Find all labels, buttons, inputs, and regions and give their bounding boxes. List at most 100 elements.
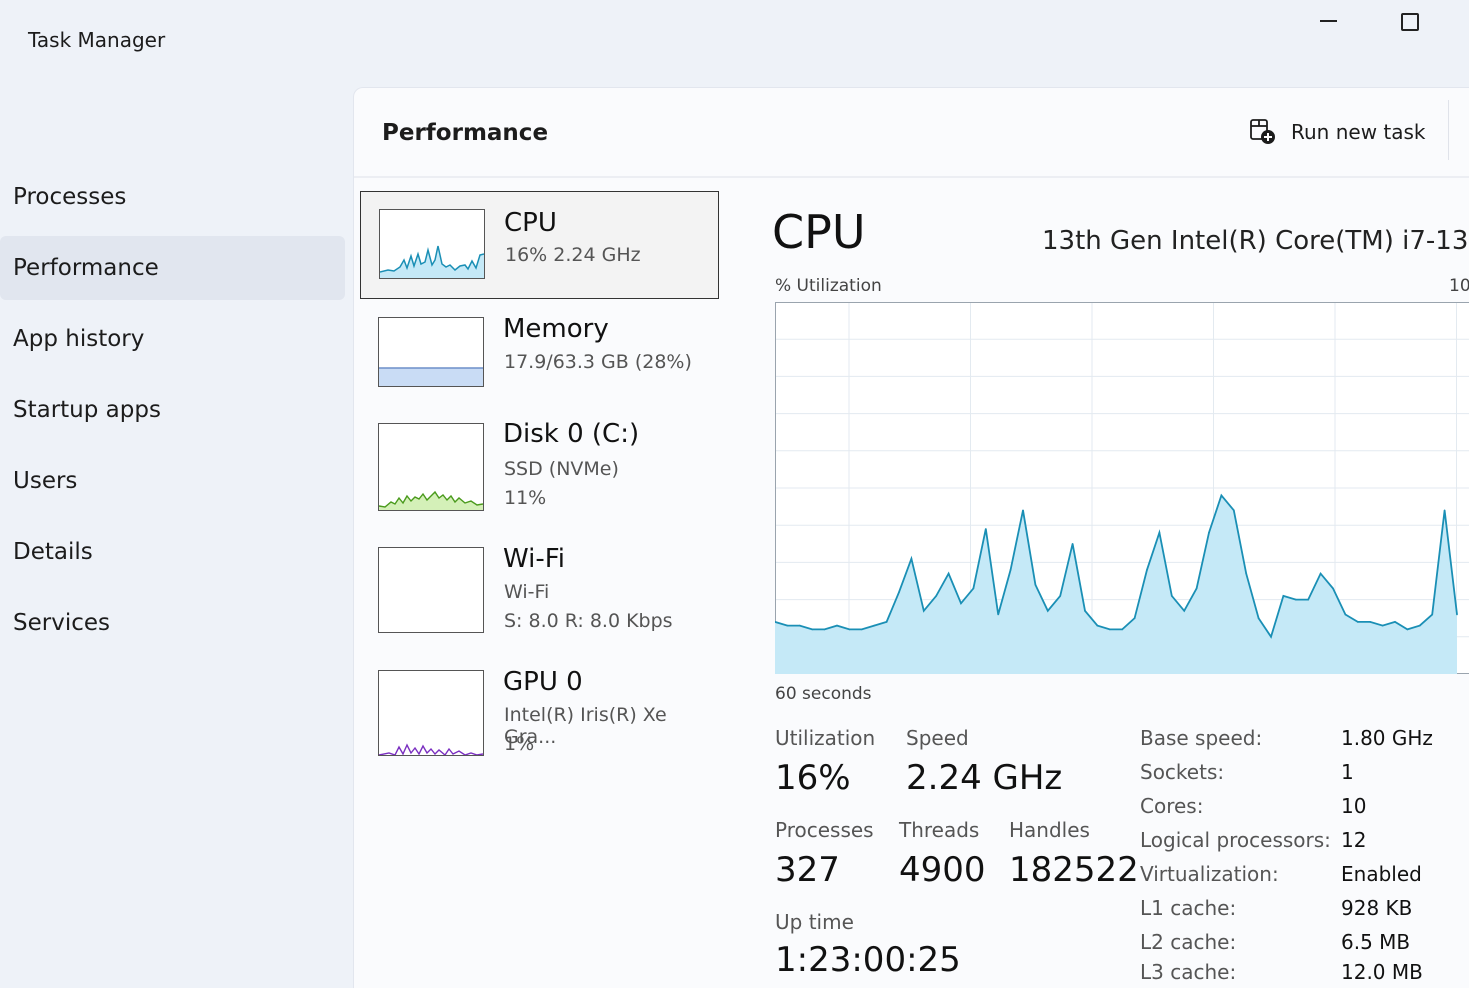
cpu-usage-point xyxy=(923,610,925,612)
resource-value: 11% xyxy=(504,487,546,509)
run-new-task-button[interactable]: Run new task xyxy=(1249,114,1426,150)
cpu-usage-point xyxy=(1283,595,1285,597)
spec-value: Enabled xyxy=(1341,862,1422,886)
cpu-usage-point xyxy=(1233,510,1235,512)
cpu-usage-point xyxy=(1035,584,1037,586)
spec-label: Virtualization: xyxy=(1140,862,1279,886)
cpu-usage-point xyxy=(1307,599,1309,601)
detail-title: CPU xyxy=(772,205,866,259)
resource-name: GPU 0 xyxy=(503,667,583,697)
cpu-usage-point xyxy=(1270,636,1272,638)
speed-label: Speed xyxy=(906,726,969,750)
cpu-usage-point xyxy=(997,614,999,616)
title-bar: Task Manager xyxy=(0,0,1469,80)
sidebar-nav: Processes Performance App history Startu… xyxy=(0,165,350,662)
cpu-usage-point xyxy=(1369,621,1371,623)
gpu-mini-graph xyxy=(378,670,484,756)
resource-item-disk[interactable]: Disk 0 (C:) SSD (NVMe) 11% xyxy=(360,417,719,529)
cpu-usage-point xyxy=(1245,573,1247,575)
utilization-axis-max: 10 xyxy=(1449,276,1469,296)
sidebar-item-label: Startup apps xyxy=(13,397,161,423)
spec-label: Cores: xyxy=(1140,794,1203,818)
cpu-usage-point xyxy=(886,621,888,623)
resource-name: Wi-Fi xyxy=(503,544,565,574)
maximize-icon[interactable] xyxy=(1390,8,1430,36)
cpu-mini-graph xyxy=(379,209,485,279)
performance-panel: Performance Run new task CPU 16% xyxy=(353,87,1469,988)
sidebar-item-processes[interactable]: Processes xyxy=(0,165,350,229)
disk-mini-graph xyxy=(378,423,484,511)
cpu-usage-point xyxy=(1295,599,1297,601)
cpu-usage-point xyxy=(1221,495,1223,497)
handles-label: Handles xyxy=(1009,818,1090,842)
cpu-usage-point xyxy=(1382,625,1384,627)
cpu-usage-point xyxy=(1171,595,1173,597)
sidebar-item-users[interactable]: Users xyxy=(0,449,350,513)
handles-value: 182522 xyxy=(1009,850,1139,890)
cpu-usage-point xyxy=(1394,621,1396,623)
cpu-usage-point xyxy=(849,629,851,631)
resource-value: 1% xyxy=(504,733,534,755)
spec-value: 1.80 GHz xyxy=(1341,726,1433,750)
cpu-usage-point xyxy=(1345,614,1347,616)
memory-mini-graph xyxy=(378,317,484,387)
cpu-usage-point xyxy=(1456,614,1458,616)
cpu-utilization-graph xyxy=(775,302,1469,674)
header-divider xyxy=(1448,100,1449,160)
cpu-usage-point xyxy=(1059,595,1061,597)
resource-detail: Intel(R) Iris(R) Xe Gra... xyxy=(504,704,719,748)
sidebar-item-performance[interactable]: Performance xyxy=(0,236,345,300)
spec-value: 1 xyxy=(1341,760,1354,784)
sidebar-item-app-history[interactable]: App history xyxy=(0,307,350,371)
cpu-usage-point xyxy=(1332,588,1334,590)
page-title: Performance xyxy=(382,120,548,146)
cpu-usage-point xyxy=(1258,617,1260,619)
cpu-usage-point xyxy=(1146,569,1148,571)
resource-value: S: 8.0 R: 8.0 Kbps xyxy=(504,610,673,632)
cpu-usage-point xyxy=(1419,625,1421,627)
resource-detail: 16% 2.24 GHz xyxy=(505,244,641,266)
resource-name: CPU xyxy=(504,208,557,238)
threads-label: Threads xyxy=(899,818,979,842)
cpu-usage-point xyxy=(1208,532,1210,534)
cpu-usage-point xyxy=(1320,573,1322,575)
sidebar-item-details[interactable]: Details xyxy=(0,520,350,584)
minimize-icon[interactable] xyxy=(1308,8,1348,36)
speed-value: 2.24 GHz xyxy=(906,758,1062,798)
wifi-mini-graph xyxy=(378,547,484,633)
cpu-usage-point xyxy=(1010,569,1012,571)
spec-value: 12 xyxy=(1341,828,1366,852)
cpu-usage-point xyxy=(787,625,789,627)
resource-item-memory[interactable]: Memory 17.9/63.3 GB (28%) xyxy=(360,309,719,409)
utilization-axis-label: % Utilization xyxy=(775,276,882,296)
cpu-usage-point xyxy=(911,558,913,560)
sidebar-item-services[interactable]: Services xyxy=(0,591,350,655)
utilization-label: Utilization xyxy=(775,726,875,750)
cpu-usage-point xyxy=(861,629,863,631)
cpu-usage-point xyxy=(1407,629,1409,631)
resource-item-cpu[interactable]: CPU 16% 2.24 GHz xyxy=(360,191,719,299)
utilization-value: 16% xyxy=(775,758,851,798)
spec-label: Sockets: xyxy=(1140,760,1224,784)
resource-item-wifi[interactable]: Wi-Fi Wi-Fi S: 8.0 R: 8.0 Kbps xyxy=(360,541,719,653)
sidebar-item-label: Performance xyxy=(13,255,159,281)
resource-name: Disk 0 (C:) xyxy=(503,419,639,449)
cpu-usage-point xyxy=(960,603,962,605)
run-new-task-label: Run new task xyxy=(1291,120,1426,144)
resource-item-gpu[interactable]: GPU 0 Intel(R) Iris(R) Xe Gra... 1% xyxy=(360,665,719,777)
sidebar-item-label: App history xyxy=(13,326,144,352)
run-task-icon xyxy=(1249,118,1277,146)
cpu-usage-point xyxy=(948,573,950,575)
cpu-usage-point xyxy=(1183,610,1185,612)
uptime-value: 1:23:00:25 xyxy=(775,940,961,980)
spec-value: 12.0 MB xyxy=(1341,960,1423,984)
spec-value: 6.5 MB xyxy=(1341,930,1410,954)
spec-value: 10 xyxy=(1341,794,1366,818)
sidebar-item-startup-apps[interactable]: Startup apps xyxy=(0,378,350,442)
cpu-usage-point xyxy=(873,625,875,627)
cpu-usage-point xyxy=(1121,629,1123,631)
cpu-usage-point xyxy=(1097,625,1099,627)
cpu-usage-point xyxy=(1159,532,1161,534)
panel-header: Performance Run new task xyxy=(354,88,1469,178)
cpu-usage-point xyxy=(1444,510,1446,512)
